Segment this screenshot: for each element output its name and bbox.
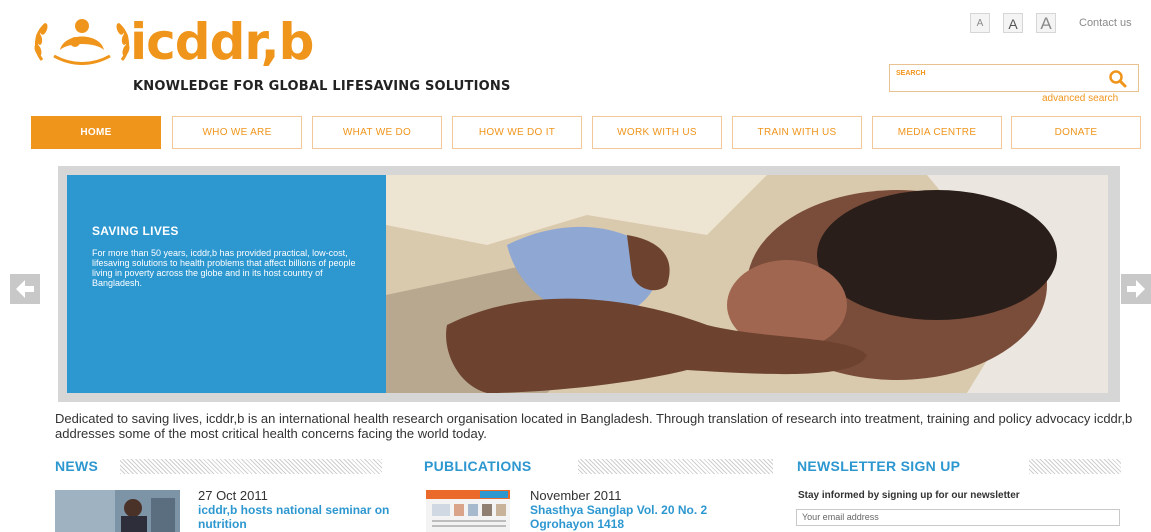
slide-caption: SAVING LIVES For more than 50 years, icd…	[67, 175, 386, 393]
publication-date: November 2011	[530, 488, 622, 503]
news-date: 27 Oct 2011	[198, 488, 268, 503]
main-nav: HOME WHO WE ARE WHAT WE DO HOW WE DO IT …	[31, 116, 1141, 150]
publication-headline-link[interactable]: Shasthya Sanglap Vol. 20 No. 2 Ogrohayon…	[530, 503, 770, 531]
nav-item-how-we-do-it[interactable]: HOW WE DO IT	[452, 116, 582, 149]
publications-divider	[578, 459, 773, 474]
newsletter-email-field[interactable]: Your email address	[796, 509, 1120, 526]
news-headline-link[interactable]: icddr,b hosts national seminar on nutrit…	[198, 503, 398, 531]
slide-photo[interactable]: SAVING LIVES For more than 50 years, icd…	[67, 175, 1108, 393]
search-input[interactable]: SEARCH	[889, 64, 1139, 92]
newsletter-heading: NEWSLETTER SIGN UP	[797, 458, 961, 474]
arrow-left-icon[interactable]	[10, 274, 40, 304]
intro-text: Dedicated to saving lives, icddr,b is an…	[55, 411, 1133, 441]
site-logo-text[interactable]: icddr,b	[130, 12, 314, 72]
nav-item-train-with-us[interactable]: TRAIN WITH US	[732, 116, 862, 149]
arrow-right-icon[interactable]	[1121, 274, 1151, 304]
logo-icon	[34, 19, 130, 65]
font-size-large-button[interactable]: A	[1036, 13, 1056, 33]
slide-body: For more than 50 years, icddr,b has prov…	[92, 248, 356, 288]
contact-us-link[interactable]: Contact us	[1079, 17, 1132, 29]
site-tagline: KNOWLEDGE FOR GLOBAL LIFESAVING SOLUTION…	[133, 79, 511, 94]
publications-heading[interactable]: PUBLICATIONS	[424, 458, 532, 474]
nav-item-work-with-us[interactable]: WORK WITH US	[592, 116, 722, 149]
font-size-medium-button[interactable]: A	[1003, 13, 1023, 33]
search-placeholder: SEARCH	[896, 70, 926, 77]
news-heading[interactable]: NEWS	[55, 458, 98, 474]
publication-thumbnail[interactable]	[426, 490, 510, 532]
newsletter-divider	[1029, 459, 1121, 474]
advanced-search-link[interactable]: advanced search	[1042, 93, 1118, 104]
font-size-small-button[interactable]: A	[970, 13, 990, 33]
nav-item-who-we-are[interactable]: WHO WE ARE	[172, 116, 302, 149]
search-icon[interactable]	[1108, 69, 1128, 89]
slide-title: SAVING LIVES	[92, 224, 179, 238]
news-thumbnail[interactable]	[55, 490, 180, 532]
nav-item-home[interactable]: HOME	[31, 116, 161, 149]
newsletter-description: Stay informed by signing up for our news…	[798, 490, 1020, 501]
nav-item-donate[interactable]: DONATE	[1011, 116, 1141, 149]
nav-item-media-centre[interactable]: MEDIA CENTRE	[872, 116, 1002, 149]
news-divider	[120, 459, 382, 474]
nav-item-what-we-do[interactable]: WHAT WE DO	[312, 116, 442, 149]
